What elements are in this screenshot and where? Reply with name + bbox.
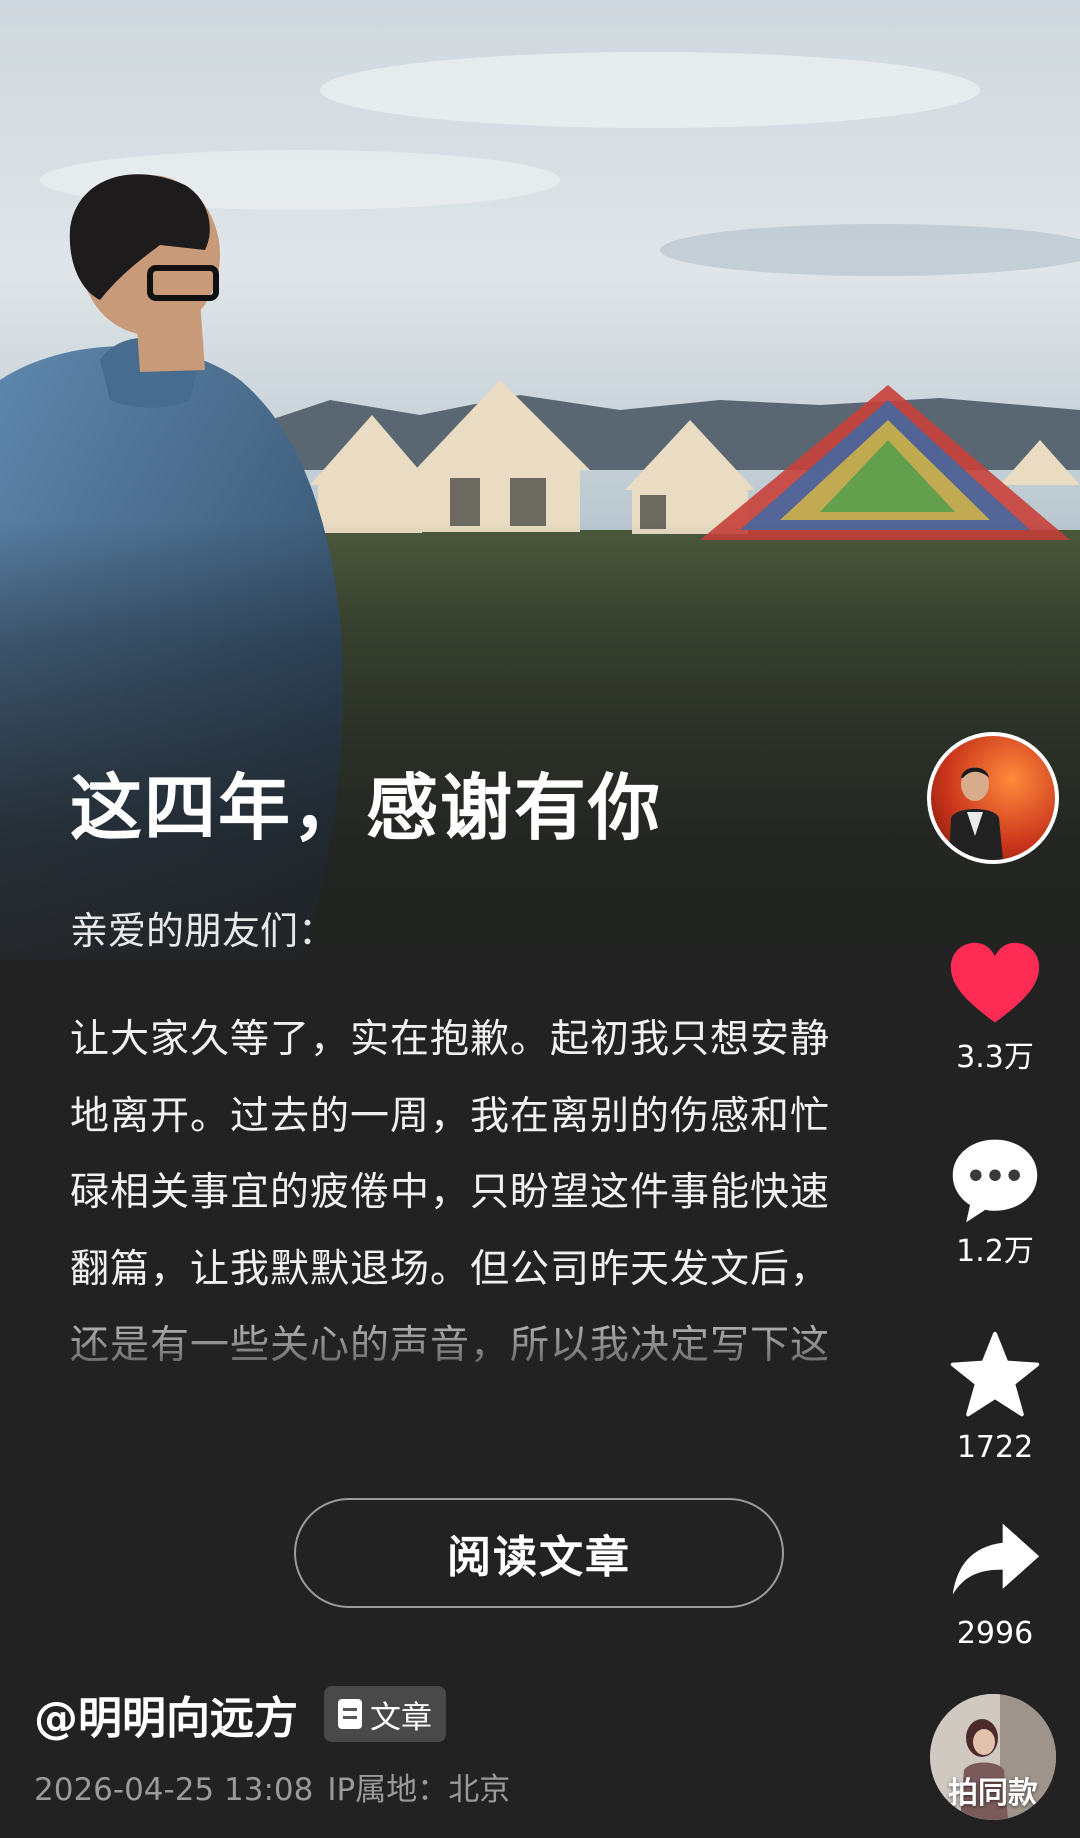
excerpt-fade — [70, 1290, 860, 1390]
share-count: 2996 — [956, 1616, 1034, 1651]
author-name[interactable]: @明明向远方 — [34, 1682, 298, 1746]
post-meta: 2026-04-25 13:08 IP属地：北京 — [34, 1770, 510, 1810]
comment-action[interactable]: 1.2万 — [940, 1132, 1050, 1272]
article-greeting: 亲爱的朋友们： — [70, 909, 337, 953]
ip-location: IP属地：北京 — [327, 1772, 511, 1808]
share-icon — [952, 1523, 1040, 1595]
post-datetime: 2026-04-25 13:08 — [34, 1772, 314, 1808]
star-icon — [950, 1331, 1040, 1417]
content-type-badge[interactable]: 文章 — [324, 1686, 446, 1742]
author-avatar[interactable] — [927, 732, 1059, 864]
article-excerpt: 让大家久等了，实在抱歉。起初我只想安静地离开。过去的一周，我在离别的伤感和忙碌相… — [70, 1002, 860, 1390]
read-article-button[interactable]: 阅读文章 — [294, 1498, 784, 1608]
heart-icon — [950, 942, 1040, 1023]
avatar-photo — [949, 767, 1003, 860]
favorite-count: 1722 — [956, 1430, 1034, 1465]
comment-icon — [952, 1139, 1038, 1223]
favorite-action[interactable]: 1722 — [940, 1328, 1050, 1468]
article-preview: 这四年，感谢有你 亲爱的朋友们： 让大家久等了，实在抱歉。起初我只想安静地离开。… — [70, 760, 860, 1390]
author-row: @明明向远方 文章 — [34, 1680, 446, 1748]
same-style-label: 拍同款 — [948, 1776, 1038, 1811]
content-type-label: 文章 — [370, 1699, 432, 1736]
same-style-button[interactable]: 拍同款 — [930, 1694, 1056, 1820]
like-action[interactable]: 3.3万 — [940, 938, 1050, 1078]
like-count: 3.3万 — [956, 1040, 1034, 1075]
comment-count: 1.2万 — [956, 1234, 1034, 1269]
article-title: 这四年，感谢有你 — [70, 766, 663, 850]
document-icon — [338, 1699, 362, 1729]
share-action[interactable]: 2996 — [940, 1514, 1050, 1654]
video-feed-screen: 这四年，感谢有你 亲爱的朋友们： 让大家久等了，实在抱歉。起初我只想安静地离开。… — [0, 0, 1080, 1838]
